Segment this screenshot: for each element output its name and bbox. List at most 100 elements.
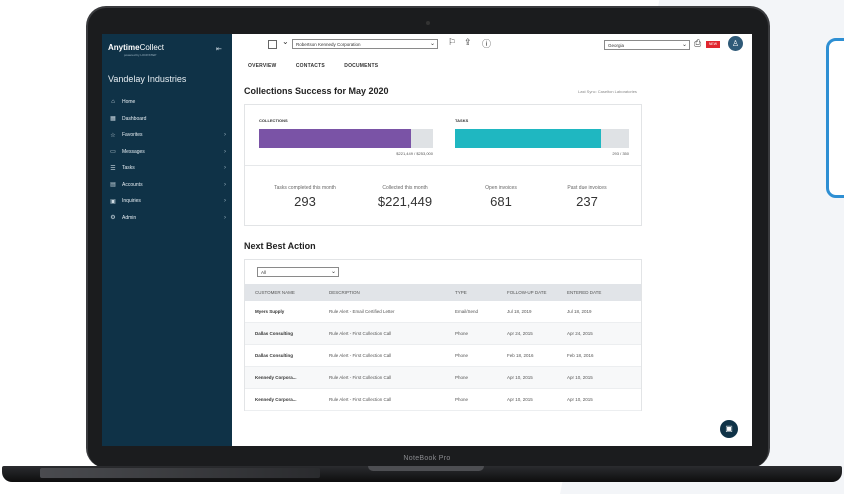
chevron-right-icon: › [224,214,226,221]
collapse-sidebar-icon[interactable]: ⇤ [216,45,222,53]
sidebar-item-label: Tasks [122,165,135,171]
cell-customer[interactable]: Dallas Consulting [245,353,329,358]
sidebar-item-tasks[interactable]: ☰ Tasks › [108,162,226,174]
tasks-icon: ☰ [110,165,116,172]
cell-customer[interactable]: Dallas Consulting [245,331,329,336]
laptop-base-highlight [40,468,320,478]
sidebar-item-dashboard[interactable]: ▦ Dashboard [108,113,226,125]
chevron-down-icon: ⌄ [681,42,687,48]
dashboard-icon: ▦ [110,116,116,122]
sidebar-item-label: Inquiries [122,198,141,204]
cell-customer[interactable]: Myers Supply [245,309,329,314]
sidebar-item-admin[interactable]: ⚙ Admin › [108,212,226,224]
tasks-progress-fill [455,129,601,148]
cell-customer[interactable]: Kennedy Corpora... [245,397,329,402]
app-logo[interactable]: AnytimeCollect [108,43,164,52]
sidebar-item-inquiries[interactable]: ▣ Inquiries › [108,195,226,207]
column-header-description[interactable]: DESCRIPTION [329,290,455,295]
cell-type: Email/Send [455,309,479,314]
flag-icon[interactable]: ⚐ [448,37,456,48]
chevron-right-icon: › [224,198,226,204]
cell-description: Rule Alert - Email Certified Letter [329,309,395,314]
cell-entered-date: Apr 10, 2015 [567,397,593,402]
tasks-bar-label: TASKS [455,118,469,123]
stat-value: 293 [294,194,316,209]
table-row[interactable]: Kennedy Corpora... Rule Alert - First Col… [245,389,641,411]
nba-card: All ⌄ CUSTOMER NAME DESCRIPTION TYPE FOL… [244,259,642,411]
user-avatar[interactable]: ♙ [728,36,743,51]
stat-label: Collected this month [382,185,428,191]
cell-description: Rule Alert - First Collection Call [329,397,392,402]
notification-badge[interactable]: NEW [706,41,720,48]
nba-filter-select[interactable]: All ⌄ [257,267,339,277]
sidebar-item-favorites[interactable]: ☆ Favorites › [108,129,226,141]
stat-collected: Collected this month $221,449 [355,185,455,209]
background-card [826,38,844,198]
home-icon: ⌂ [111,99,115,105]
collections-card: COLLECTIONS $221,449 / $253,000 TASKS 29… [244,104,642,226]
table-body: Myers Supply Rule Alert - Email Certified… [245,301,641,411]
sidebar-item-home[interactable]: ⌂ Home [108,96,226,108]
collections-progress-bar [259,129,433,148]
table-header: CUSTOMER NAME DESCRIPTION TYPE FOLLOW-UP… [245,284,641,301]
cell-type: Phone [455,353,469,358]
upload-icon[interactable]: ⇪ [464,37,472,48]
sidebar-item-accounts[interactable]: ▤ Accounts › [108,179,226,191]
sidebar-item-label: Accounts [122,181,143,188]
select-checkbox[interactable] [268,40,277,49]
sync-status: Last Sync: Caselton Laboratories [578,89,637,94]
stat-value: $221,449 [377,194,433,209]
column-header-entered[interactable]: ENTERED DATE [567,290,641,295]
inquiries-icon: ▣ [110,198,116,205]
cell-entered-date: Apr 10, 2015 [567,375,593,380]
cell-entered-date: Apr 24, 2015 [567,331,593,336]
cell-description: Rule Alert - First Collection Call [329,375,392,380]
cell-type: Phone [455,397,469,402]
column-header-follow-up[interactable]: FOLLOW-UP DATE [507,290,567,295]
cell-follow-up-date: Apr 10, 2015 [507,375,533,380]
cell-description: Rule Alert - First Collection Call [329,331,392,336]
chat-icon[interactable]: ▣ [720,420,738,438]
cell-entered-date: Feb 18, 2016 [567,353,594,358]
sidebar-item-label: Admin [122,214,137,221]
chevron-right-icon: › [224,148,226,155]
nba-table: CUSTOMER NAME DESCRIPTION TYPE FOLLOW-UP… [245,284,641,411]
laptop-brand-label: NoteBook Pro [403,455,451,462]
cell-follow-up-date: Jul 18, 2019 [507,309,532,314]
chevron-right-icon: › [224,165,226,171]
table-row[interactable]: Dallas Consulting Rule Alert - First Coll… [245,323,641,345]
tab-overview[interactable]: OVERVIEW [248,63,276,69]
sidebar-item-label: Messages [122,148,145,155]
stat-tasks-completed: Tasks completed this month 293 [255,185,355,209]
sidebar-item-label: Dashboard [122,115,147,122]
sidebar-item-messages[interactable]: ▭ Messages › [108,146,226,158]
user-select-value: Georgia [608,43,625,48]
table-row[interactable]: Myers Supply Rule Alert - Email Certified… [245,301,641,323]
company-select-value: Robertson Kennedy Corporation [296,42,361,47]
message-icon: ▭ [110,149,116,155]
printer-icon[interactable]: ⎙ [694,38,701,49]
cell-type: Phone [455,331,469,336]
table-row[interactable]: Kennedy Corpora... Rule Alert - First Col… [245,367,641,389]
collections-bar-label: COLLECTIONS [259,118,288,123]
collections-progress-fill [259,129,412,148]
stat-label: Tasks completed this month [274,185,336,191]
stat-label: Past due invoices [567,185,607,191]
column-header-type[interactable]: TYPE [455,290,507,295]
tab-contacts[interactable]: CONTACTS [296,63,325,69]
logo-tagline: powered by LOCKSTEP [124,53,157,57]
column-header-customer[interactable]: CUSTOMER NAME [245,290,329,295]
table-row[interactable]: Dallas Consulting Rule Alert - First Coll… [245,345,641,367]
help-icon[interactable]: ⓘ [482,37,491,50]
company-select[interactable]: Robertson Kennedy Corporation ⌄ [292,39,438,49]
top-bar: ⌄ Robertson Kennedy Corporation ⌄ ⚐ ⇪ ⓘ … [232,34,752,58]
tasks-bar-value: 293 / 350 [612,151,629,156]
chevron-down-icon[interactable]: ⌄ [282,37,289,46]
sidebar-item-label: Favorites [122,132,143,138]
laptop-screen: AnytimeCollect powered by LOCKSTEP ⇤ Van… [102,34,752,446]
cell-customer[interactable]: Kennedy Corpora... [245,375,329,380]
tab-bar: OVERVIEW CONTACTS DOCUMENTS [248,63,396,69]
user-select[interactable]: Georgia ⌄ [604,40,690,50]
chevron-down-icon: ⌄ [330,269,336,275]
tab-documents[interactable]: DOCUMENTS [344,63,378,69]
